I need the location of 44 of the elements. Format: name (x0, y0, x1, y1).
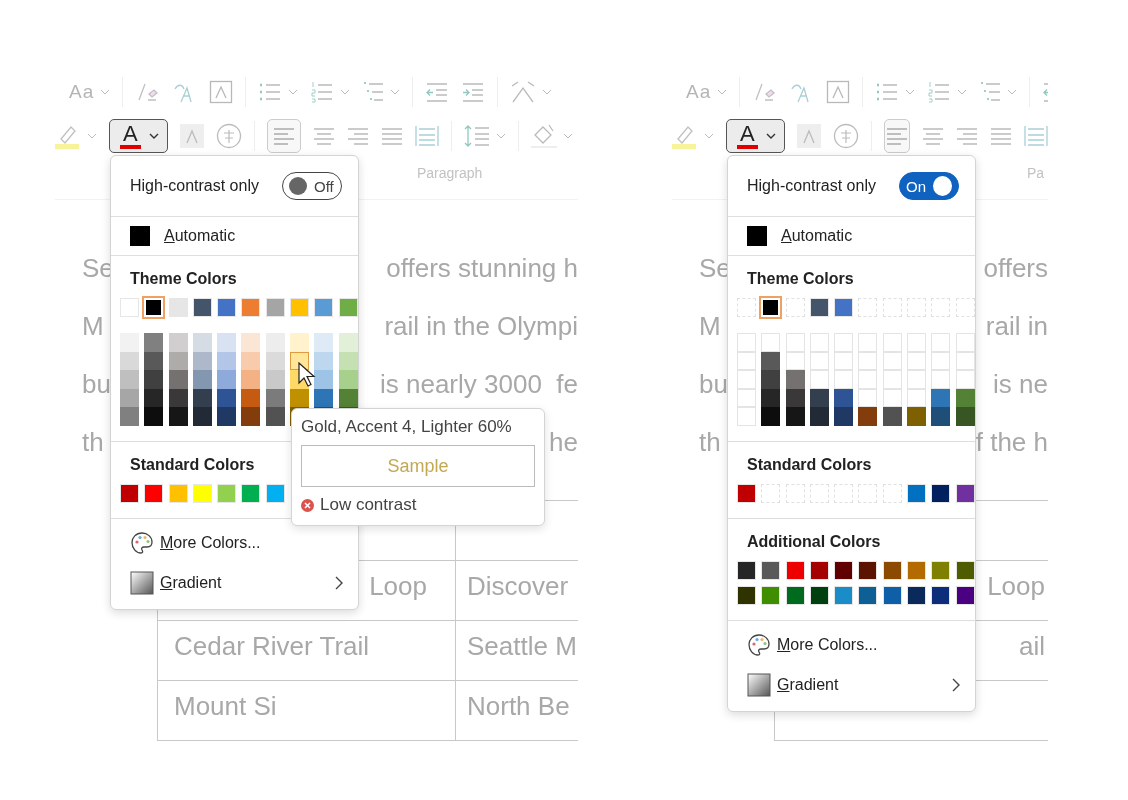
sample-preview: Sample (301, 445, 535, 487)
document-text: f the h (975, 426, 1048, 459)
document-text: M (82, 310, 104, 343)
document-text: rail in (985, 310, 1048, 343)
high-contrast-toggle[interactable]: On (899, 172, 959, 200)
tooltip-title: Gold, Accent 4, Lighter 60% (301, 417, 513, 437)
document-text: is ne (993, 368, 1048, 401)
menu-item[interactable]: Gradient (728, 664, 975, 705)
section-title: Theme Colors (746, 270, 855, 288)
section-title: Additional Colors (746, 532, 882, 551)
document-text: th (699, 426, 721, 459)
table-cell: ail (1019, 631, 1045, 661)
section-title: Theme Colors (129, 270, 238, 288)
warning-text: Low contrast (320, 495, 417, 515)
menu-item[interactable]: More Colors... (111, 522, 358, 563)
high-contrast-label: High-contrast only (130, 177, 259, 195)
font-color-button[interactable]: A (109, 119, 168, 153)
document-text: offers stunning h (386, 252, 578, 285)
group-label: Paragraph (417, 165, 483, 181)
table-cell: Mount Si (174, 691, 277, 721)
table-cell: Cedar River Trail (174, 631, 370, 661)
group-label: Pa (1027, 165, 1045, 181)
automatic-option[interactable]: Automatic (728, 217, 975, 256)
menu-item[interactable]: Gradient (111, 562, 358, 603)
font-color-button[interactable]: A (726, 119, 785, 153)
section-title: Standard Colors (746, 455, 873, 474)
table-cell: Loop (369, 571, 427, 601)
table-cell: Seattle M (467, 631, 577, 661)
table-cell: Loop (987, 571, 1045, 601)
menu-item[interactable]: More Colors... (728, 624, 975, 665)
document-text: offers (983, 252, 1048, 285)
section-title: Standard Colors (129, 455, 256, 474)
document-text: th (82, 426, 104, 459)
document-text: bu (699, 368, 728, 401)
high-contrast-toggle[interactable]: Off (282, 172, 342, 200)
document-text: rail in the Olympi (384, 310, 578, 343)
table-cell: North Be (467, 691, 570, 721)
document-text: he (549, 426, 578, 459)
document-text: bu (82, 368, 111, 401)
automatic-option[interactable]: Automatic (111, 217, 358, 256)
document-text: M (699, 310, 721, 343)
table-cell: Discover (467, 571, 569, 601)
document-text: is nearly 3000 fe (380, 368, 578, 401)
high-contrast-label: High-contrast only (747, 177, 876, 195)
